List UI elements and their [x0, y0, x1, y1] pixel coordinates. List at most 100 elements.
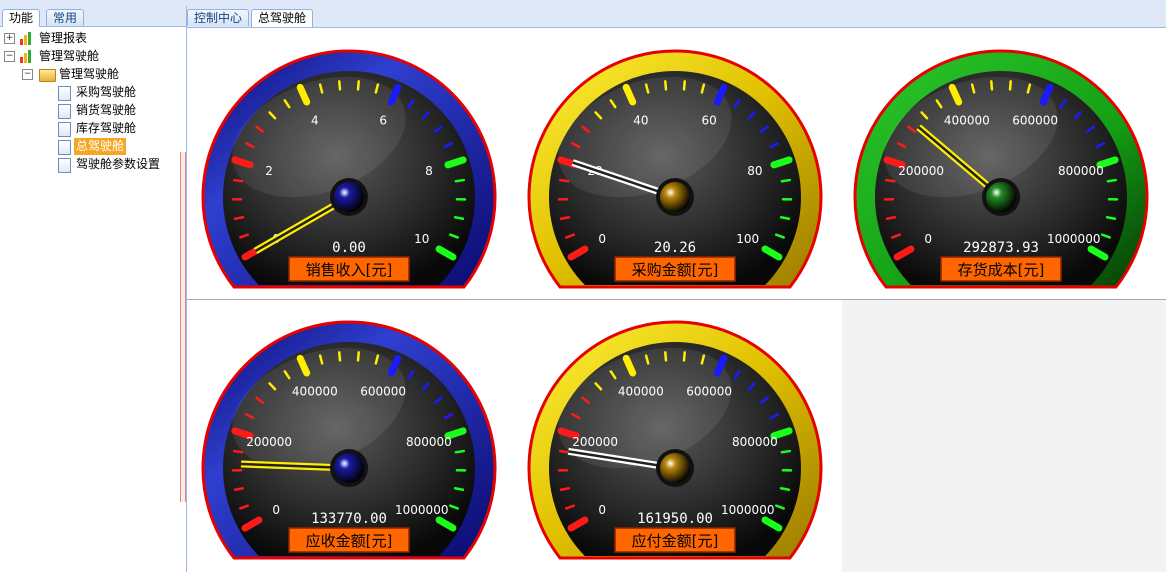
minor-tick — [558, 449, 570, 454]
tick-label: 2 — [265, 164, 273, 178]
gauge-value: 292873.93 — [963, 240, 1039, 256]
minor-tick — [233, 215, 245, 220]
tick-label: 4 — [311, 113, 319, 127]
panel-splitter[interactable] — [180, 152, 186, 502]
tree-node-label: 采购驾驶舱 — [76, 85, 137, 99]
tick-label: 600000 — [686, 384, 732, 398]
gauge-sales-revenue: 02468100.00销售收入[元] — [201, 49, 497, 289]
minor-tick — [682, 351, 686, 362]
tick-label: 800000 — [732, 435, 778, 449]
minor-tick — [453, 215, 465, 220]
gauge-title: 存货成本[元] — [958, 261, 1045, 279]
content-panel: 控制中心 总驾驶舱 02468100.00销售收入[元] 02040608010… — [187, 6, 1166, 572]
minor-tick — [232, 178, 244, 183]
gauge-hub — [660, 182, 690, 212]
gauge-hub — [334, 182, 364, 212]
tick-label: 600000 — [360, 384, 406, 398]
left-panel: 功能 常用 + 管理报表 − 管理驾驶舱 − 管理驾驶舱 采购驾驶舱 销货驾驶舱 — [0, 6, 187, 572]
tick-label: 800000 — [1058, 164, 1104, 178]
tick-label: 800000 — [406, 435, 452, 449]
document-icon — [58, 104, 71, 119]
empty-area-border — [842, 299, 1166, 300]
tick-label: 80 — [747, 164, 762, 178]
tree-node-label: 驾驶舱参数设置 — [76, 157, 161, 171]
minor-tick — [232, 449, 244, 454]
collapse-icon[interactable]: − — [4, 51, 15, 62]
tree-node-label: 管理报表 — [39, 31, 88, 45]
tick-label: 10 — [414, 232, 429, 246]
minor-tick — [559, 486, 571, 491]
gauge-title: 应收金额[元] — [306, 532, 393, 550]
minor-tick — [559, 215, 571, 220]
tick-label: 40 — [633, 113, 648, 127]
tab-functions[interactable]: 功能 — [2, 9, 41, 27]
gauge-value: 0.00 — [332, 240, 366, 256]
expand-icon[interactable]: + — [4, 33, 15, 44]
minor-tick — [454, 178, 466, 183]
minor-tick — [884, 178, 896, 183]
tick-label: 100 — [736, 232, 759, 246]
folder-icon — [39, 69, 56, 82]
document-icon — [58, 140, 71, 155]
document-icon — [58, 122, 71, 137]
row-divider — [187, 299, 842, 300]
minor-tick — [664, 351, 668, 362]
content-tab-strip: 控制中心 总驾驶舱 — [187, 6, 1166, 28]
tick-label: 600000 — [1012, 113, 1058, 127]
tree-node-label: 管理驾驶舱 — [59, 67, 120, 81]
tick-label: 6 — [379, 113, 387, 127]
collapse-icon[interactable]: − — [22, 69, 33, 80]
gauge-hub — [334, 453, 364, 483]
tick-label: 1000000 — [721, 503, 774, 517]
minor-tick — [453, 486, 465, 491]
tick-label: 1000000 — [1047, 232, 1100, 246]
gauge-hub — [986, 182, 1016, 212]
gauge-receivables: 0 200000 400000 600000 800000 1000000 133770.0… — [201, 320, 497, 560]
tick-label: 60 — [702, 113, 717, 127]
minor-tick — [338, 351, 342, 362]
minor-tick — [1105, 215, 1117, 220]
document-icon — [58, 158, 71, 173]
tick-label: 0 — [272, 503, 280, 517]
tick-label: 200000 — [246, 435, 292, 449]
minor-tick — [356, 351, 360, 362]
tick-label: 0 — [924, 232, 932, 246]
gauge-value: 20.26 — [654, 240, 696, 256]
chart-icon — [20, 50, 34, 63]
minor-tick — [338, 80, 342, 91]
gauge-title: 销售收入[元] — [306, 261, 393, 279]
gauge-title: 采购金额[元] — [632, 261, 719, 279]
gauge-payables: 0 200000 400000 600000 800000 1000000 161950.0… — [527, 320, 823, 560]
tree-node-label: 管理驾驶舱 — [39, 49, 100, 63]
tick-label: 400000 — [618, 384, 664, 398]
major-tick — [444, 156, 467, 169]
gauge-hub — [660, 453, 690, 483]
tick-label: 0 — [598, 503, 606, 517]
minor-tick — [664, 80, 668, 91]
tick-label: 400000 — [944, 113, 990, 127]
tab-common[interactable]: 常用 — [46, 9, 85, 26]
tab-control-center[interactable]: 控制中心 — [187, 9, 250, 26]
tick-label: 200000 — [898, 164, 944, 178]
minor-tick — [779, 215, 791, 220]
minor-tick — [1008, 80, 1012, 91]
major-tick — [770, 156, 793, 169]
minor-tick — [1106, 178, 1118, 183]
minor-tick — [780, 178, 792, 183]
tick-label: 400000 — [292, 384, 338, 398]
gauge-purchase-amount: 02040608010020.26采购金额[元] — [527, 49, 823, 289]
tick-label: 1000000 — [395, 503, 448, 517]
major-tick — [231, 156, 254, 169]
minor-tick — [990, 80, 994, 91]
empty-area — [842, 299, 1166, 572]
gauge-value: 133770.00 — [311, 511, 387, 527]
minor-tick — [454, 449, 466, 454]
minor-tick — [780, 449, 792, 454]
minor-tick — [682, 80, 686, 91]
minor-tick — [885, 215, 897, 220]
tab-general-cockpit[interactable]: 总驾驶舱 — [251, 9, 314, 27]
tree-node-label-selected: 总驾驶舱 — [74, 138, 127, 155]
minor-tick — [779, 486, 791, 491]
document-icon — [58, 86, 71, 101]
minor-tick — [356, 80, 360, 91]
